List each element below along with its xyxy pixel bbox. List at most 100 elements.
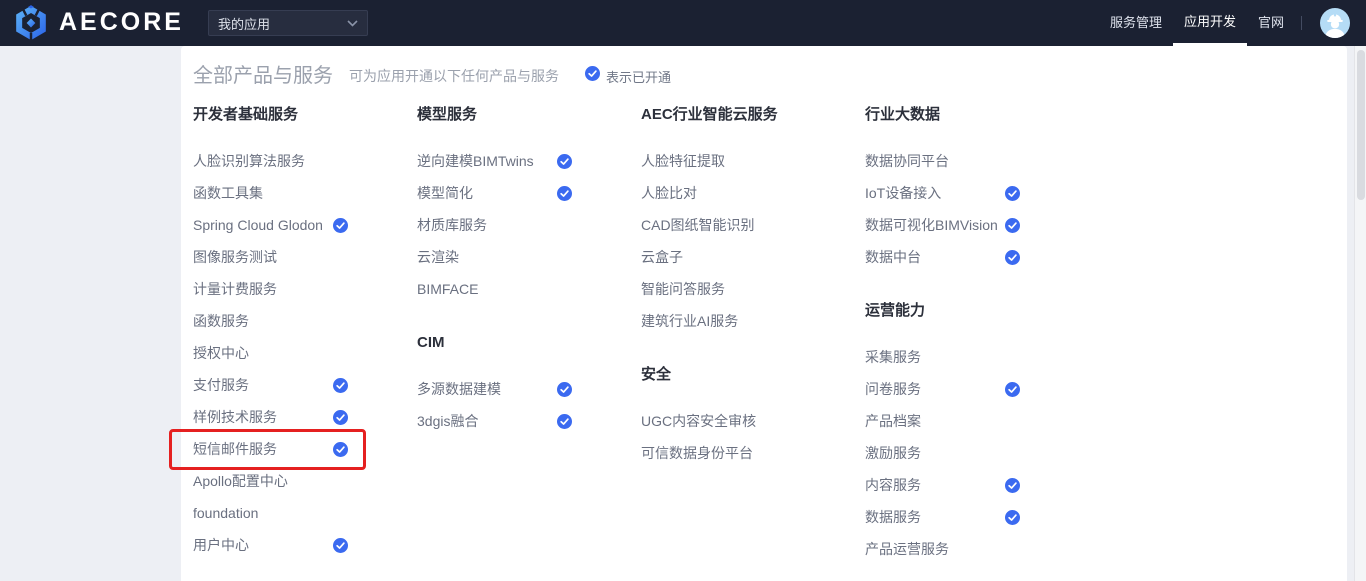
service-item-label: CAD图纸智能识别	[641, 215, 755, 235]
check-circle-icon	[333, 442, 348, 457]
service-item[interactable]: 产品档案	[865, 405, 1020, 437]
service-item[interactable]: 逆向建模BIMTwins	[417, 145, 572, 177]
service-item-label: 短信邮件服务	[193, 439, 277, 459]
service-item[interactable]: Spring Cloud Glodon	[193, 209, 348, 241]
service-item[interactable]: 支付服务	[193, 369, 348, 401]
page-subtitle: 可为应用开通以下任何产品与服务	[349, 66, 559, 86]
service-item[interactable]: 采集服务	[865, 341, 1020, 373]
app-select-value: 我的应用	[218, 14, 270, 33]
service-item[interactable]: 建筑行业AI服务	[641, 305, 796, 337]
service-item[interactable]: 云渲染	[417, 241, 572, 273]
service-item[interactable]: 材质库服务	[417, 209, 572, 241]
service-item[interactable]: 3dgis融合	[417, 405, 572, 437]
service-item[interactable]: 函数服务	[193, 305, 348, 337]
service-item[interactable]: 数据协同平台	[865, 145, 1020, 177]
service-item[interactable]: 数据服务	[865, 501, 1020, 533]
service-item-label: 数据服务	[865, 507, 921, 527]
service-item[interactable]: CAD图纸智能识别	[641, 209, 796, 241]
service-item[interactable]: foundation	[193, 497, 348, 529]
check-circle-icon	[333, 538, 348, 553]
service-item-label: 人脸比对	[641, 183, 697, 203]
nav-official-site[interactable]: 官网	[1247, 0, 1295, 46]
title-row: 全部产品与服务 可为应用开通以下任何产品与服务 表示已开通	[193, 64, 1347, 88]
nav-app-development[interactable]: 应用开发	[1173, 0, 1247, 46]
service-item-label: 数据可视化BIMVision	[865, 215, 998, 235]
service-item-label: 图像服务测试	[193, 247, 277, 267]
section-title: 开发者基础服务	[193, 107, 417, 123]
check-circle-icon	[557, 186, 572, 201]
opened-legend: 表示已开通	[585, 66, 671, 86]
service-item-label: 激励服务	[865, 443, 921, 463]
service-item[interactable]: 数据中台	[865, 241, 1020, 273]
scrollbar-thumb[interactable]	[1357, 50, 1365, 200]
service-item-label: 模型简化	[417, 183, 473, 203]
service-item-label: 3dgis融合	[417, 411, 478, 431]
service-item[interactable]: 计量计费服务	[193, 273, 348, 305]
service-item[interactable]: Apollo配置中心	[193, 465, 348, 497]
nav-service-management[interactable]: 服务管理	[1099, 0, 1173, 46]
service-item[interactable]: 产品运营服务	[865, 533, 1020, 565]
check-circle-icon	[1005, 510, 1020, 525]
service-item[interactable]: 人脸特征提取	[641, 145, 796, 177]
service-item-label: 样例技术服务	[193, 407, 277, 427]
scrollbar[interactable]	[1354, 46, 1366, 581]
check-circle-icon	[557, 414, 572, 429]
service-item-label: 支付服务	[193, 375, 249, 395]
service-item-label: 函数服务	[193, 311, 249, 331]
brand-logo-text: AECORE	[59, 8, 184, 37]
service-item[interactable]: UGC内容安全审核	[641, 405, 796, 437]
service-item-label: IoT设备接入	[865, 183, 941, 203]
user-avatar[interactable]	[1320, 8, 1350, 38]
service-item-label: 数据中台	[865, 247, 921, 267]
service-item[interactable]: 问卷服务	[865, 373, 1020, 405]
service-item[interactable]: 图像服务测试	[193, 241, 348, 273]
chevron-down-icon	[347, 14, 358, 32]
service-item[interactable]: 模型简化	[417, 177, 572, 209]
top-header: AECORE 我的应用 服务管理 应用开发 官网	[0, 0, 1366, 46]
service-column-3: AEC行业智能云服务人脸特征提取人脸比对CAD图纸智能识别云盒子智能问答服务建筑…	[641, 107, 865, 565]
service-item[interactable]: 激励服务	[865, 437, 1020, 469]
check-circle-icon	[333, 218, 348, 233]
section-title: 运营能力	[865, 303, 1089, 319]
service-item-label: 云盒子	[641, 247, 683, 267]
service-item-label: 授权中心	[193, 343, 249, 363]
section-title: 模型服务	[417, 107, 641, 123]
check-circle-icon	[557, 382, 572, 397]
service-item-label: 材质库服务	[417, 215, 487, 235]
services-card: 全部产品与服务 可为应用开通以下任何产品与服务 表示已开通 开发者基础服务人脸识…	[181, 46, 1347, 581]
page-title: 全部产品与服务	[193, 64, 333, 88]
service-item-label: 可信数据身份平台	[641, 443, 753, 463]
main-content: 全部产品与服务 可为应用开通以下任何产品与服务 表示已开通 开发者基础服务人脸识…	[0, 46, 1366, 581]
service-item[interactable]: 函数工具集	[193, 177, 348, 209]
service-item[interactable]: 样例技术服务	[193, 401, 348, 433]
service-item[interactable]: 授权中心	[193, 337, 348, 369]
section-title: 行业大数据	[865, 107, 1089, 123]
service-column-4: 行业大数据数据协同平台 IoT设备接入数据可视化BIMVision 数据中台运营能力…	[865, 107, 1089, 565]
service-item-label: 问卷服务	[865, 379, 921, 399]
check-circle-icon	[1005, 218, 1020, 233]
service-item[interactable]: 短信邮件服务	[193, 433, 348, 465]
check-circle-icon	[333, 410, 348, 425]
service-item[interactable]: 多源数据建模	[417, 373, 572, 405]
service-item-label: Apollo配置中心	[193, 471, 288, 491]
service-item[interactable]: BIMFACE	[417, 273, 572, 305]
service-item[interactable]: 人脸比对	[641, 177, 796, 209]
service-item[interactable]: 数据可视化BIMVision	[865, 209, 1020, 241]
service-item[interactable]: 智能问答服务	[641, 273, 796, 305]
service-item[interactable]: 云盒子	[641, 241, 796, 273]
service-item[interactable]: 可信数据身份平台	[641, 437, 796, 469]
app-select-dropdown[interactable]: 我的应用	[208, 10, 368, 36]
hexagon-cube-icon	[12, 4, 50, 42]
nav-divider	[1301, 16, 1302, 30]
service-item[interactable]: IoT设备接入	[865, 177, 1020, 209]
brand-logo[interactable]: AECORE	[12, 4, 184, 42]
service-item-label: BIMFACE	[417, 281, 478, 297]
service-item-label: 采集服务	[865, 347, 921, 367]
service-item[interactable]: 用户中心	[193, 529, 348, 561]
service-column-1: 开发者基础服务人脸识别算法服务函数工具集Spring Cloud Glodon 图…	[193, 107, 417, 565]
service-item-label: 产品档案	[865, 411, 921, 431]
service-item-label: 用户中心	[193, 535, 249, 555]
service-item-label: 多源数据建模	[417, 379, 501, 399]
service-item[interactable]: 内容服务	[865, 469, 1020, 501]
service-item[interactable]: 人脸识别算法服务	[193, 145, 348, 177]
